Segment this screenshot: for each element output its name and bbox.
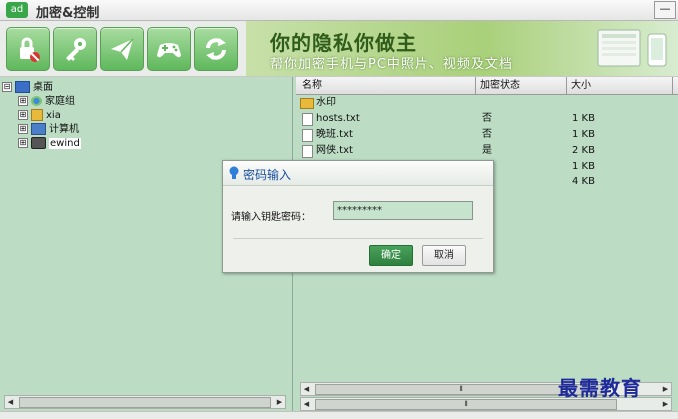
send-icon <box>111 38 134 60</box>
ok-button[interactable]: 确定 <box>369 245 413 266</box>
banner-subtitle: 帮你加密手机与PC中照片、视频及文档 <box>270 57 513 72</box>
tree-node-desktop[interactable]: ⊟ 桌面 <box>2 81 53 95</box>
tree-node-label: ewind <box>49 138 81 149</box>
collapse-icon[interactable]: ⊟ <box>2 82 12 92</box>
cancel-button[interactable]: 取消 <box>422 245 466 266</box>
send-button[interactable] <box>100 27 144 71</box>
user-folder-icon <box>31 109 43 121</box>
gamepad-icon <box>157 43 181 58</box>
title-bar: ad 加密&控制 — <box>0 0 678 21</box>
text-file-icon <box>302 113 313 126</box>
file-size: 1 KB <box>572 113 595 124</box>
window-title: 加密&控制 <box>36 6 100 21</box>
list-item[interactable]: 水印 <box>296 95 678 110</box>
lock-button[interactable] <box>6 27 50 71</box>
lock-icon <box>20 37 40 62</box>
expand-icon[interactable]: ⊞ <box>18 124 28 134</box>
tree-node-label: 家庭组 <box>45 96 75 107</box>
column-separator[interactable] <box>566 77 567 94</box>
list-header: 名称 加密状态 大小 <box>296 77 678 95</box>
tree-node-label: 计算机 <box>49 124 79 135</box>
tree-node-user[interactable]: ⊞ xia <box>18 109 61 123</box>
file-size: 4 KB <box>572 176 595 187</box>
file-name: hosts.txt <box>316 113 360 124</box>
refresh-icon <box>206 38 226 60</box>
banner-title: 你的隐私你做主 <box>270 31 417 55</box>
tree-node-label: xia <box>46 110 61 121</box>
scroll-grip-icon: ⦀ <box>464 400 468 408</box>
list-item[interactable]: hosts.txt 否 1 KB <box>296 111 678 126</box>
encryption-state: 否 <box>482 129 492 140</box>
desktop-icon <box>15 81 30 93</box>
file-name: 晚班.txt <box>316 129 353 140</box>
gamepad-button[interactable] <box>147 27 191 71</box>
scroll-thumb[interactable] <box>19 397 271 408</box>
password-label: 请输入钥匙密码： <box>231 212 311 223</box>
column-header-size[interactable]: 大小 <box>571 79 591 92</box>
tree-node-ewind[interactable]: ⊞ ewind <box>18 137 81 151</box>
scroll-left-arrow-icon[interactable]: ◀ <box>301 383 312 395</box>
scroll-left-arrow-icon[interactable]: ◀ <box>301 398 312 410</box>
folder-icon <box>300 98 314 109</box>
minimize-button[interactable]: — <box>654 1 676 19</box>
tree-horizontal-scrollbar[interactable]: ◀ ▶ <box>4 395 286 409</box>
password-input[interactable] <box>333 201 473 220</box>
key-icon <box>66 38 86 61</box>
file-name: 网侠.txt <box>316 145 353 156</box>
expand-icon[interactable]: ⊞ <box>18 110 28 120</box>
toolbar <box>0 21 246 77</box>
password-dialog: 密码输入 请输入钥匙密码： 确定 取消 <box>222 160 494 273</box>
list-item[interactable]: 晚班.txt 否 1 KB <box>296 127 678 142</box>
promo-banner: 你的隐私你做主 帮你加密手机与PC中照片、视频及文档 <box>246 21 678 77</box>
file-name: 水印 <box>316 97 336 108</box>
network-drive-icon <box>31 137 46 149</box>
scroll-right-arrow-icon[interactable]: ▶ <box>274 396 285 408</box>
text-file-icon <box>302 129 313 142</box>
scroll-left-arrow-icon[interactable]: ◀ <box>5 396 16 408</box>
column-separator[interactable] <box>672 77 673 94</box>
scroll-grip-icon: ⦀ <box>459 385 463 393</box>
file-size: 2 KB <box>572 145 595 156</box>
file-size: 1 KB <box>572 129 595 140</box>
tree-node-homegroup[interactable]: ⊞ 家庭组 <box>18 95 75 109</box>
key-button[interactable] <box>53 27 97 71</box>
column-header-name[interactable]: 名称 <box>302 79 322 92</box>
encryption-state: 是 <box>482 145 492 156</box>
tree-node-label: 桌面 <box>33 82 53 93</box>
file-size: 1 KB <box>572 161 595 172</box>
column-separator[interactable] <box>475 77 476 94</box>
column-header-state[interactable]: 加密状态 <box>480 79 520 92</box>
watermark-text: 最需教育 <box>558 376 642 400</box>
scroll-right-arrow-icon[interactable]: ▶ <box>660 383 671 395</box>
scroll-right-arrow-icon[interactable]: ▶ <box>660 398 671 410</box>
list-item[interactable]: 网侠.txt 是 2 KB <box>296 143 678 158</box>
refresh-button[interactable] <box>194 27 238 71</box>
dialog-title: 密码输入 <box>243 168 292 182</box>
divider <box>233 238 483 239</box>
lightbulb-icon <box>229 166 239 179</box>
expand-icon[interactable]: ⊞ <box>18 96 28 106</box>
text-file-icon <box>302 145 313 158</box>
homegroup-icon <box>31 96 42 106</box>
encryption-state: 否 <box>482 113 492 124</box>
computer-icon <box>31 123 46 135</box>
dialog-title-bar[interactable]: 密码输入 <box>223 161 493 186</box>
app-logo: ad <box>6 2 28 18</box>
tree-node-computer[interactable]: ⊞ 计算机 <box>18 123 79 137</box>
devices-illustration <box>597 29 667 67</box>
expand-icon[interactable]: ⊞ <box>18 138 28 148</box>
